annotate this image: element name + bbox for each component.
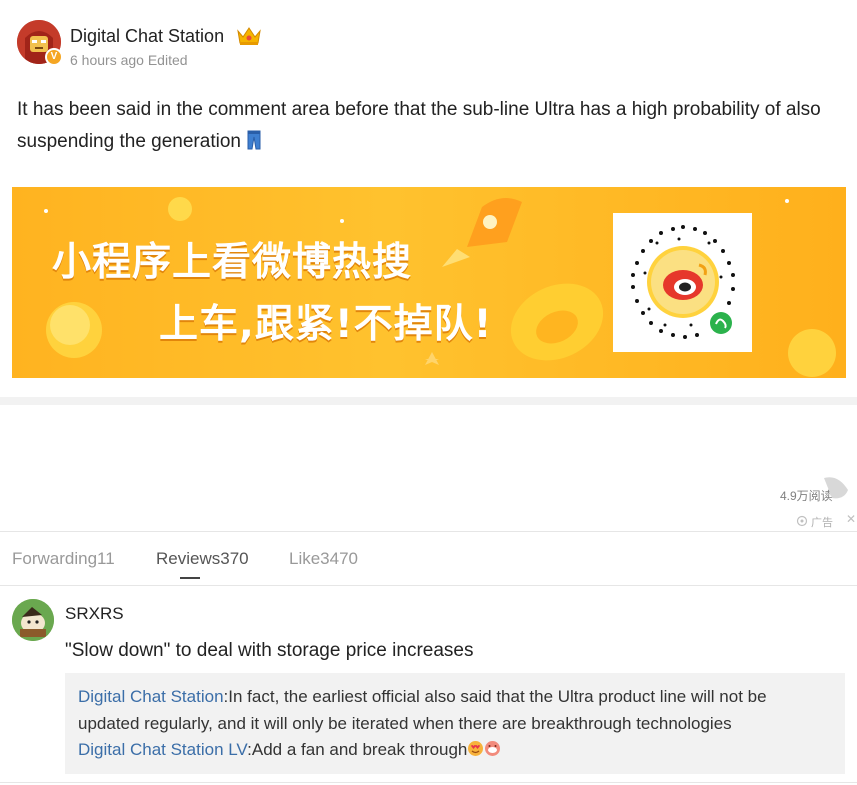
qr-code-icon[interactable]: [613, 213, 752, 352]
ad-label: 广告: [811, 517, 833, 529]
commenter-name[interactable]: SRXRS: [65, 604, 124, 624]
reply-text: Add a fan and break through: [251, 740, 468, 759]
verified-badge-icon: V: [45, 48, 63, 66]
reply-item-continued: updated regularly, and it will only be i…: [78, 714, 732, 734]
post-time: 6 hours ago: [70, 52, 144, 68]
reply-text: updated regularly, and it will only be i…: [78, 714, 732, 733]
post-author-name[interactable]: Digital Chat Station: [70, 26, 224, 47]
post-body: It has been said in the comment area bef…: [17, 94, 852, 161]
ad-close-button[interactable]: ✕: [846, 512, 856, 526]
jeans-emoji-icon: [247, 129, 261, 161]
reply-author-link[interactable]: Digital Chat Station LV: [78, 740, 247, 759]
tab-reviews[interactable]: Reviews370: [156, 549, 249, 569]
crown-icon: [236, 25, 262, 52]
post-meta: 6 hours ago Edited: [70, 52, 188, 68]
expand-arrow-icon[interactable]: [818, 470, 854, 506]
ad-info-icon: [796, 515, 808, 527]
reply-item: Digital Chat Station:In fact, the earlie…: [78, 687, 767, 707]
banner-subheadline: 上车,跟紧!不掉队!: [159, 302, 493, 347]
reply-item: Digital Chat Station LV:Add a fan and br…: [78, 740, 501, 762]
bottom-divider: [0, 782, 857, 783]
section-divider: [0, 397, 857, 405]
tab-bottom-divider: [0, 585, 857, 586]
tab-likes[interactable]: Like3470: [289, 549, 358, 569]
ad-banner[interactable]: 小程序上看微博热搜 上车,跟紧!不掉队!: [12, 187, 846, 378]
heart-eyes-emoji-icon: [467, 740, 484, 762]
post-text: It has been said in the comment area bef…: [17, 99, 821, 152]
comment-text: "Slow down" to deal with storage price i…: [65, 640, 474, 661]
active-tab-indicator: [180, 577, 200, 579]
tab-forwarding[interactable]: Forwarding11: [12, 549, 115, 569]
tab-top-divider: [0, 531, 857, 532]
reply-author-link[interactable]: Digital Chat Station: [78, 687, 224, 706]
commenter-avatar[interactable]: [12, 599, 54, 641]
reply-text: In fact, the earliest official also said…: [228, 687, 767, 706]
banner-headline: 小程序上看微博热搜: [52, 240, 413, 285]
edited-label: Edited: [147, 52, 188, 68]
grin-emoji-icon: [484, 740, 501, 762]
reply-thread: Digital Chat Station:In fact, the earlie…: [65, 673, 845, 774]
